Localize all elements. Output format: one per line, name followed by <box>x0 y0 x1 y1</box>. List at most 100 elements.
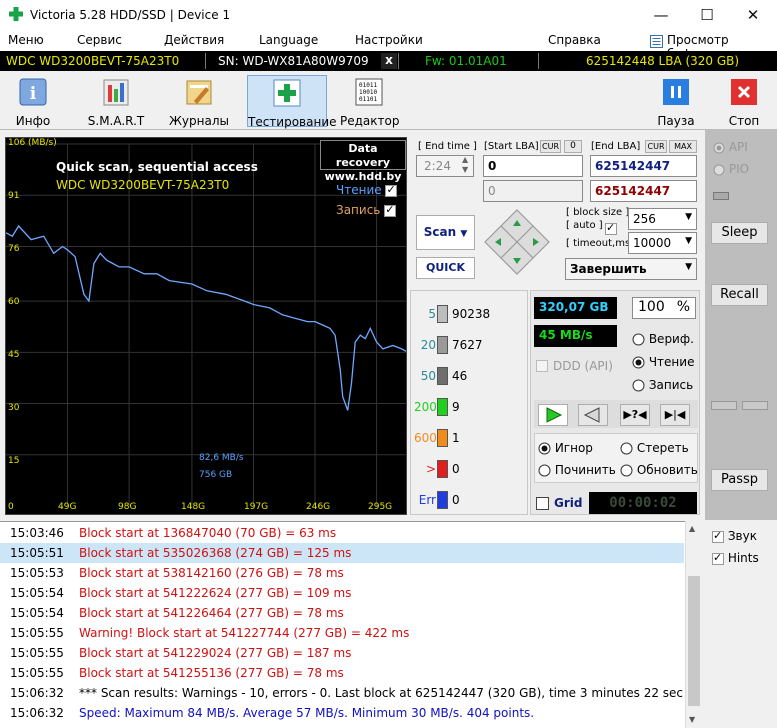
hints-label: Hints <box>727 551 759 565</box>
end-lba-label: [End LBA] <box>591 141 641 152</box>
hints-checkbox[interactable] <box>712 551 724 565</box>
info-button[interactable]: i Инфо <box>8 75 58 128</box>
mode-repair[interactable]: Починить <box>538 463 616 477</box>
end-cur-button[interactable]: CUR <box>645 140 667 153</box>
block-size-select[interactable]: 256 ▼ <box>628 208 697 230</box>
latency-bucket-count: 7627 <box>452 338 483 352</box>
mode-update[interactable]: Обновить <box>620 463 698 477</box>
end-max-button[interactable]: MAX <box>669 140 697 153</box>
log-entry[interactable]: 15:05:53 Block start at 538142160 (276 GB… <box>0 563 684 583</box>
log-entry[interactable]: 15:05:55 Block start at 541255136 (277 GB… <box>0 663 684 683</box>
maximize-button[interactable]: ☐ <box>684 0 730 31</box>
sound-option[interactable]: Звук <box>712 529 757 543</box>
end-lba-input[interactable]: 625142447 <box>590 155 697 177</box>
scroll-up-icon[interactable]: ▲ <box>689 524 695 533</box>
update-label: Обновить <box>636 463 698 477</box>
stop-button[interactable]: Стоп <box>722 75 766 128</box>
x-tick-label: 148G <box>181 502 206 512</box>
passp-button[interactable]: Passp <box>711 469 768 491</box>
smart-button[interactable]: S.M.A.R.T <box>86 75 146 128</box>
rewind-button[interactable] <box>578 404 608 426</box>
minimize-button[interactable]: — <box>638 0 684 31</box>
close-button[interactable]: ✕ <box>730 0 776 31</box>
random-seek-button[interactable]: ▶?◀ <box>620 404 650 426</box>
repair-label: Починить <box>554 463 616 477</box>
menu-settings[interactable]: Настройки <box>355 33 423 47</box>
legend-read-checkbox[interactable] <box>385 183 398 197</box>
legend-write[interactable]: Запись <box>336 203 397 217</box>
play-button[interactable] <box>538 404 568 426</box>
sleep-button[interactable]: Sleep <box>711 222 768 244</box>
mode-write[interactable]: Запись <box>632 378 693 392</box>
journals-button[interactable]: Журналы <box>168 75 230 128</box>
log-entry[interactable]: 15:03:46 Block start at 136847040 (70 GB)… <box>0 523 684 543</box>
timeout-select[interactable]: 10000 ▼ <box>628 232 697 254</box>
direction-pad[interactable] <box>483 208 551 276</box>
log-message: Block start at 541255136 (277 GB) = 78 m… <box>79 666 344 680</box>
testing-button[interactable]: Тестирование <box>247 75 337 129</box>
grid-checkbox[interactable] <box>536 497 549 510</box>
editor-label: Редактор <box>340 114 400 128</box>
start-zero-button[interactable]: 0 <box>564 140 582 153</box>
spin-down-icon[interactable]: ▼ <box>462 165 468 174</box>
log-entry[interactable]: 15:05:54 Block start at 541222624 (277 GB… <box>0 583 684 603</box>
log-entry[interactable]: 15:05:55 Warning! Block start at 54122774… <box>0 623 684 643</box>
percent-value: 100 <box>638 299 665 315</box>
ddd-api-checkbox[interactable] <box>536 360 548 372</box>
menu-language[interactable]: Language <box>259 33 318 47</box>
hints-option[interactable]: Hints <box>712 551 759 565</box>
y-tick-label: 30 <box>8 403 20 413</box>
log-entry[interactable]: 15:05:55 Block start at 541229024 (277 GB… <box>0 643 684 663</box>
log-entry[interactable]: 15:05:54 Block start at 541226464 (277 GB… <box>0 603 684 623</box>
api-radio[interactable]: API <box>713 140 748 154</box>
end-time-spinner[interactable]: 2:24 ▲ ▼ <box>416 155 474 177</box>
device-close-button[interactable]: x <box>381 53 397 69</box>
svg-text:01101: 01101 <box>359 96 377 103</box>
sound-label: Звук <box>727 529 757 543</box>
api-label: API <box>728 140 748 154</box>
legend-write-checkbox[interactable] <box>384 203 397 217</box>
mode-read[interactable]: Чтение <box>632 355 694 369</box>
butterfly-button[interactable]: ▶|◀ <box>660 404 690 426</box>
log-entry[interactable]: 15:05:51 Block start at 535026368 (274 GB… <box>0 543 684 563</box>
device-model[interactable]: WDC WD3200BEVT-75A23T0 <box>6 54 179 68</box>
size-readout: 756 GB <box>199 470 233 480</box>
speed-graph[interactable]: 106 (MB/s) 91 76 60 45 30 15 0 49G 98G 1… <box>5 137 407 515</box>
app-cross-icon <box>9 7 23 21</box>
log-time: 15:05:53 <box>10 566 64 580</box>
log-scrollbar[interactable]: ▲ ▼ <box>685 521 702 728</box>
small-indicator-right <box>742 401 768 410</box>
menu-help[interactable]: Справка <box>548 33 601 47</box>
scroll-thumb[interactable] <box>688 576 700 706</box>
scroll-down-icon[interactable]: ▼ <box>689 715 695 724</box>
start-cur-button[interactable]: CUR <box>540 140 561 153</box>
quick-button[interactable]: QUICK <box>416 257 475 279</box>
menu-actions[interactable]: Действия <box>164 33 224 47</box>
latency-bucket-label: > <box>425 462 436 476</box>
menu-main[interactable]: Меню <box>8 33 44 47</box>
scan-label: Scan <box>423 225 457 239</box>
event-log[interactable]: 15:03:46 Block start at 136847040 (70 GB)… <box>0 521 702 728</box>
timeout-value: 10000 <box>633 236 672 250</box>
mode-erase[interactable]: Стереть <box>620 441 689 455</box>
mode-ignore[interactable]: Игнор <box>538 441 593 455</box>
sound-checkbox[interactable] <box>712 529 724 543</box>
scan-button[interactable]: Scan ▼ <box>416 215 475 250</box>
mode-verify[interactable]: Вериф. <box>632 332 694 346</box>
recall-button[interactable]: Recall <box>711 284 768 306</box>
menu-service[interactable]: Сервис <box>77 33 122 47</box>
end-time-value: 2:24 <box>424 159 451 173</box>
log-time: 15:05:54 <box>10 606 64 620</box>
log-entry[interactable]: 15:06:32 Speed: Maximum 84 MB/s. Average … <box>0 703 684 723</box>
finish-action-select[interactable]: Завершить ▼ <box>565 258 697 280</box>
speed-readout: 82,6 MB/s <box>199 453 244 463</box>
spin-up-icon[interactable]: ▲ <box>462 155 468 164</box>
log-entry[interactable]: 15:06:32 *** Scan results: Warnings - 10,… <box>0 683 684 703</box>
legend-read[interactable]: Чтение <box>336 183 398 197</box>
pause-button[interactable]: Пауза <box>655 75 697 128</box>
start-lba-input[interactable]: 0 <box>483 155 583 177</box>
ddd-api-label: DDD (API) <box>553 359 613 373</box>
auto-checkbox[interactable] <box>605 221 617 235</box>
pio-radio[interactable]: PIO <box>713 162 749 176</box>
editor-button[interactable]: 01011 10010 01101 Редактор <box>340 75 400 128</box>
